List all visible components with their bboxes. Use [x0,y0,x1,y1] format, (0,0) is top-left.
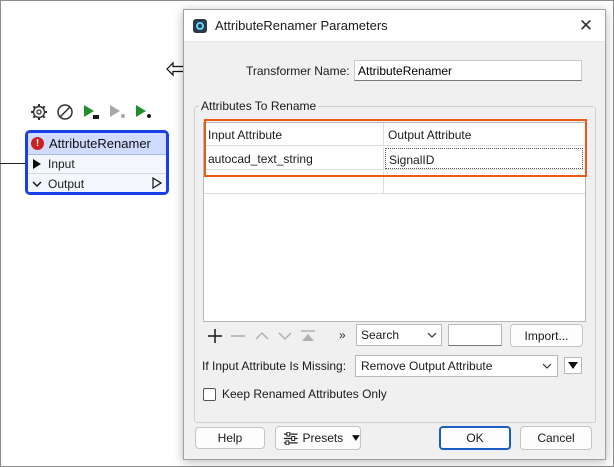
node-toolbar [27,99,162,125]
import-button[interactable]: Import... [510,324,583,347]
keep-renamed-label: Keep Renamed Attributes Only [222,387,387,401]
run-icon[interactable] [79,100,103,124]
missing-attribute-dropdown[interactable]: Remove Output Attribute [355,355,558,377]
input-arrow-icon [33,159,41,169]
cancel-button[interactable]: Cancel [520,426,592,450]
remove-icon[interactable] [229,327,247,345]
error-icon: ! [31,137,44,150]
input-port[interactable]: Input [28,155,166,174]
keep-renamed-row[interactable]: Keep Renamed Attributes Only [203,386,387,402]
input-port-label: Input [48,157,75,171]
run-disabled-icon[interactable] [105,100,129,124]
transformer-node[interactable]: ! AttributeRenamer Input Output [25,130,169,195]
triangle-down-icon [352,435,360,441]
move-down-icon[interactable] [276,327,294,345]
chevron-down-icon [542,363,552,369]
gear-icon[interactable] [27,100,51,124]
node-header[interactable]: ! AttributeRenamer [28,133,166,155]
output-port[interactable]: Output [28,174,166,192]
chevron-down-icon[interactable] [32,179,42,189]
dialog-titlebar[interactable]: AttributeRenamer Parameters ✕ [184,10,605,42]
app-icon [193,18,207,33]
add-icon[interactable] [206,327,224,345]
attributes-group-title: Attributes To Rename [199,99,319,113]
more-chevron-icon[interactable]: » [339,328,346,342]
presets-button[interactable]: Presets [275,426,361,450]
keep-renamed-checkbox[interactable] [203,387,216,401]
missing-attribute-row: If Input Attribute Is Missing: Remove Ou… [184,355,605,377]
presets-label: Presets [302,431,344,445]
close-icon[interactable]: ✕ [577,16,595,35]
search-dropdown[interactable]: Search [356,324,442,346]
transformer-name-row: Transformer Name: [184,60,605,82]
transformer-name-label: Transformer Name: [246,64,350,78]
missing-attribute-value: Remove Output Attribute [361,359,493,373]
move-top-icon[interactable] [299,327,317,345]
triangle-down-icon [568,362,578,369]
ok-button[interactable]: OK [439,426,511,450]
dialog-title: AttributeRenamer Parameters [215,18,388,33]
move-up-icon[interactable] [253,327,271,345]
output-port-label: Output [48,176,85,191]
transformer-name-input[interactable] [354,60,582,81]
run-next-icon[interactable] [131,100,155,124]
help-button[interactable]: Help [195,427,265,449]
search-dropdown-value: Search [361,328,400,342]
table-controls: » Search Import... [184,324,605,348]
missing-attribute-label: If Input Attribute Is Missing: [202,359,347,373]
parameters-dialog: AttributeRenamer Parameters ✕ Transforme… [183,9,606,460]
options-menu-button[interactable] [564,357,582,374]
sliders-icon [283,431,298,445]
chevron-down-icon [427,332,437,338]
search-input[interactable] [448,324,502,346]
node-title: AttributeRenamer [49,136,151,151]
highlight-box [204,119,587,177]
disable-icon[interactable] [53,100,77,124]
output-arrow-icon[interactable] [152,177,162,189]
